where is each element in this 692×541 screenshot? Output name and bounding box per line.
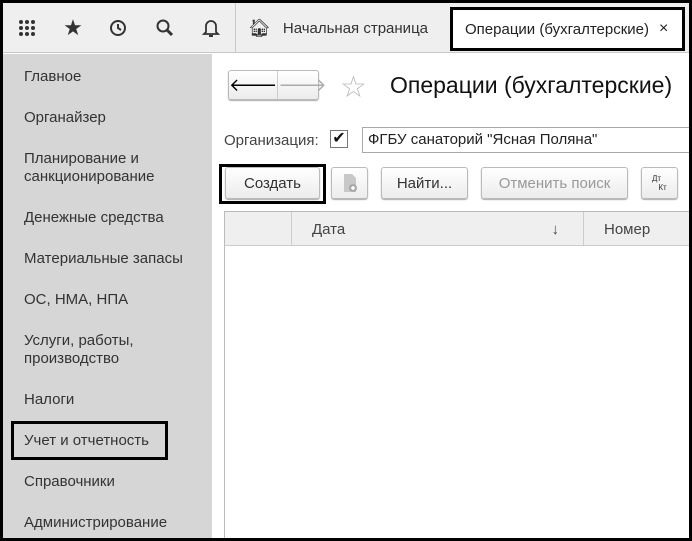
- search-icon[interactable]: [153, 16, 177, 40]
- back-arrow-icon[interactable]: 🡐: [229, 71, 277, 99]
- sort-arrow-icon: ↓: [551, 220, 560, 238]
- main-content: 🡐 🡒 ☆ Операции (бухгалтерские) Организац…: [212, 54, 689, 538]
- tab-label: Операции (бухгалтерские): [465, 20, 649, 38]
- document-add-icon: [343, 174, 357, 192]
- org-checkbox[interactable]: ✔: [330, 130, 348, 148]
- highlight-box: [219, 164, 326, 204]
- table-header: Дата ↓ Номер: [225, 212, 689, 246]
- sidebar-item-materials[interactable]: Материальные запасы: [24, 250, 183, 268]
- sidebar-item-taxes[interactable]: Налоги: [24, 391, 74, 409]
- close-icon[interactable]: ×: [659, 20, 668, 38]
- column-label: Номер: [604, 220, 651, 238]
- favorite-star-icon[interactable]: ☆: [340, 70, 367, 105]
- sidebar-item-admin[interactable]: Администрирование: [24, 514, 167, 532]
- star-icon[interactable]: ★: [61, 15, 85, 40]
- org-input[interactable]: ФГБУ санаторий "Ясная Поляна": [362, 127, 689, 153]
- create-from-file-button[interactable]: [331, 167, 368, 199]
- tab-operations[interactable]: Операции (бухгалтерские) ×: [450, 7, 685, 51]
- sidebar-item-references[interactable]: Справочники: [24, 473, 115, 491]
- cancel-search-button[interactable]: Отменить поиск: [481, 167, 628, 199]
- apps-grid-icon[interactable]: [15, 16, 39, 40]
- page-title: Операции (бухгалтерские): [390, 72, 673, 98]
- dt-label: Дт: [651, 174, 662, 183]
- column-date[interactable]: Дата ↓: [291, 212, 583, 246]
- sidebar-item-main[interactable]: Главное: [24, 68, 81, 86]
- sidebar-item-organizer[interactable]: Органайзер: [24, 109, 106, 127]
- operations-table[interactable]: Дата ↓ Номер: [224, 211, 689, 538]
- sidebar-item-services[interactable]: Услуги, работы, производство: [24, 332, 154, 368]
- home-icon: 🏠︎: [248, 17, 271, 38]
- sidebar: Главное Органайзер Планирование и санкци…: [3, 54, 212, 538]
- sidebar-item-planning[interactable]: Планирование и санкционирование: [24, 150, 184, 186]
- sidebar-item-fixed-assets[interactable]: ОС, НМА, НПА: [24, 291, 128, 309]
- column-number[interactable]: Номер: [583, 212, 689, 246]
- top-bar: ★ 🏠︎ Начальная страница Операции (бухгалт…: [3, 3, 689, 53]
- dt-kt-button[interactable]: Дт Кт: [641, 167, 678, 199]
- tab-label: Начальная страница: [282, 19, 428, 37]
- sidebar-item-money[interactable]: Денежные средства: [24, 209, 164, 227]
- forward-arrow-icon[interactable]: 🡒: [277, 71, 327, 99]
- find-button[interactable]: Найти...: [381, 167, 468, 199]
- app-window: ★ 🏠︎ Начальная страница Операции (бухгалт…: [3, 3, 689, 538]
- nav-buttons: 🡐 🡒: [228, 70, 327, 100]
- org-label: Организация:: [224, 132, 319, 149]
- kt-label: Кт: [658, 183, 667, 192]
- history-icon[interactable]: [106, 16, 130, 40]
- tab-home[interactable]: 🏠︎ Начальная страница: [236, 3, 448, 53]
- bell-icon[interactable]: [199, 16, 223, 40]
- column-label: Дата: [312, 220, 346, 238]
- highlight-box: [11, 421, 168, 460]
